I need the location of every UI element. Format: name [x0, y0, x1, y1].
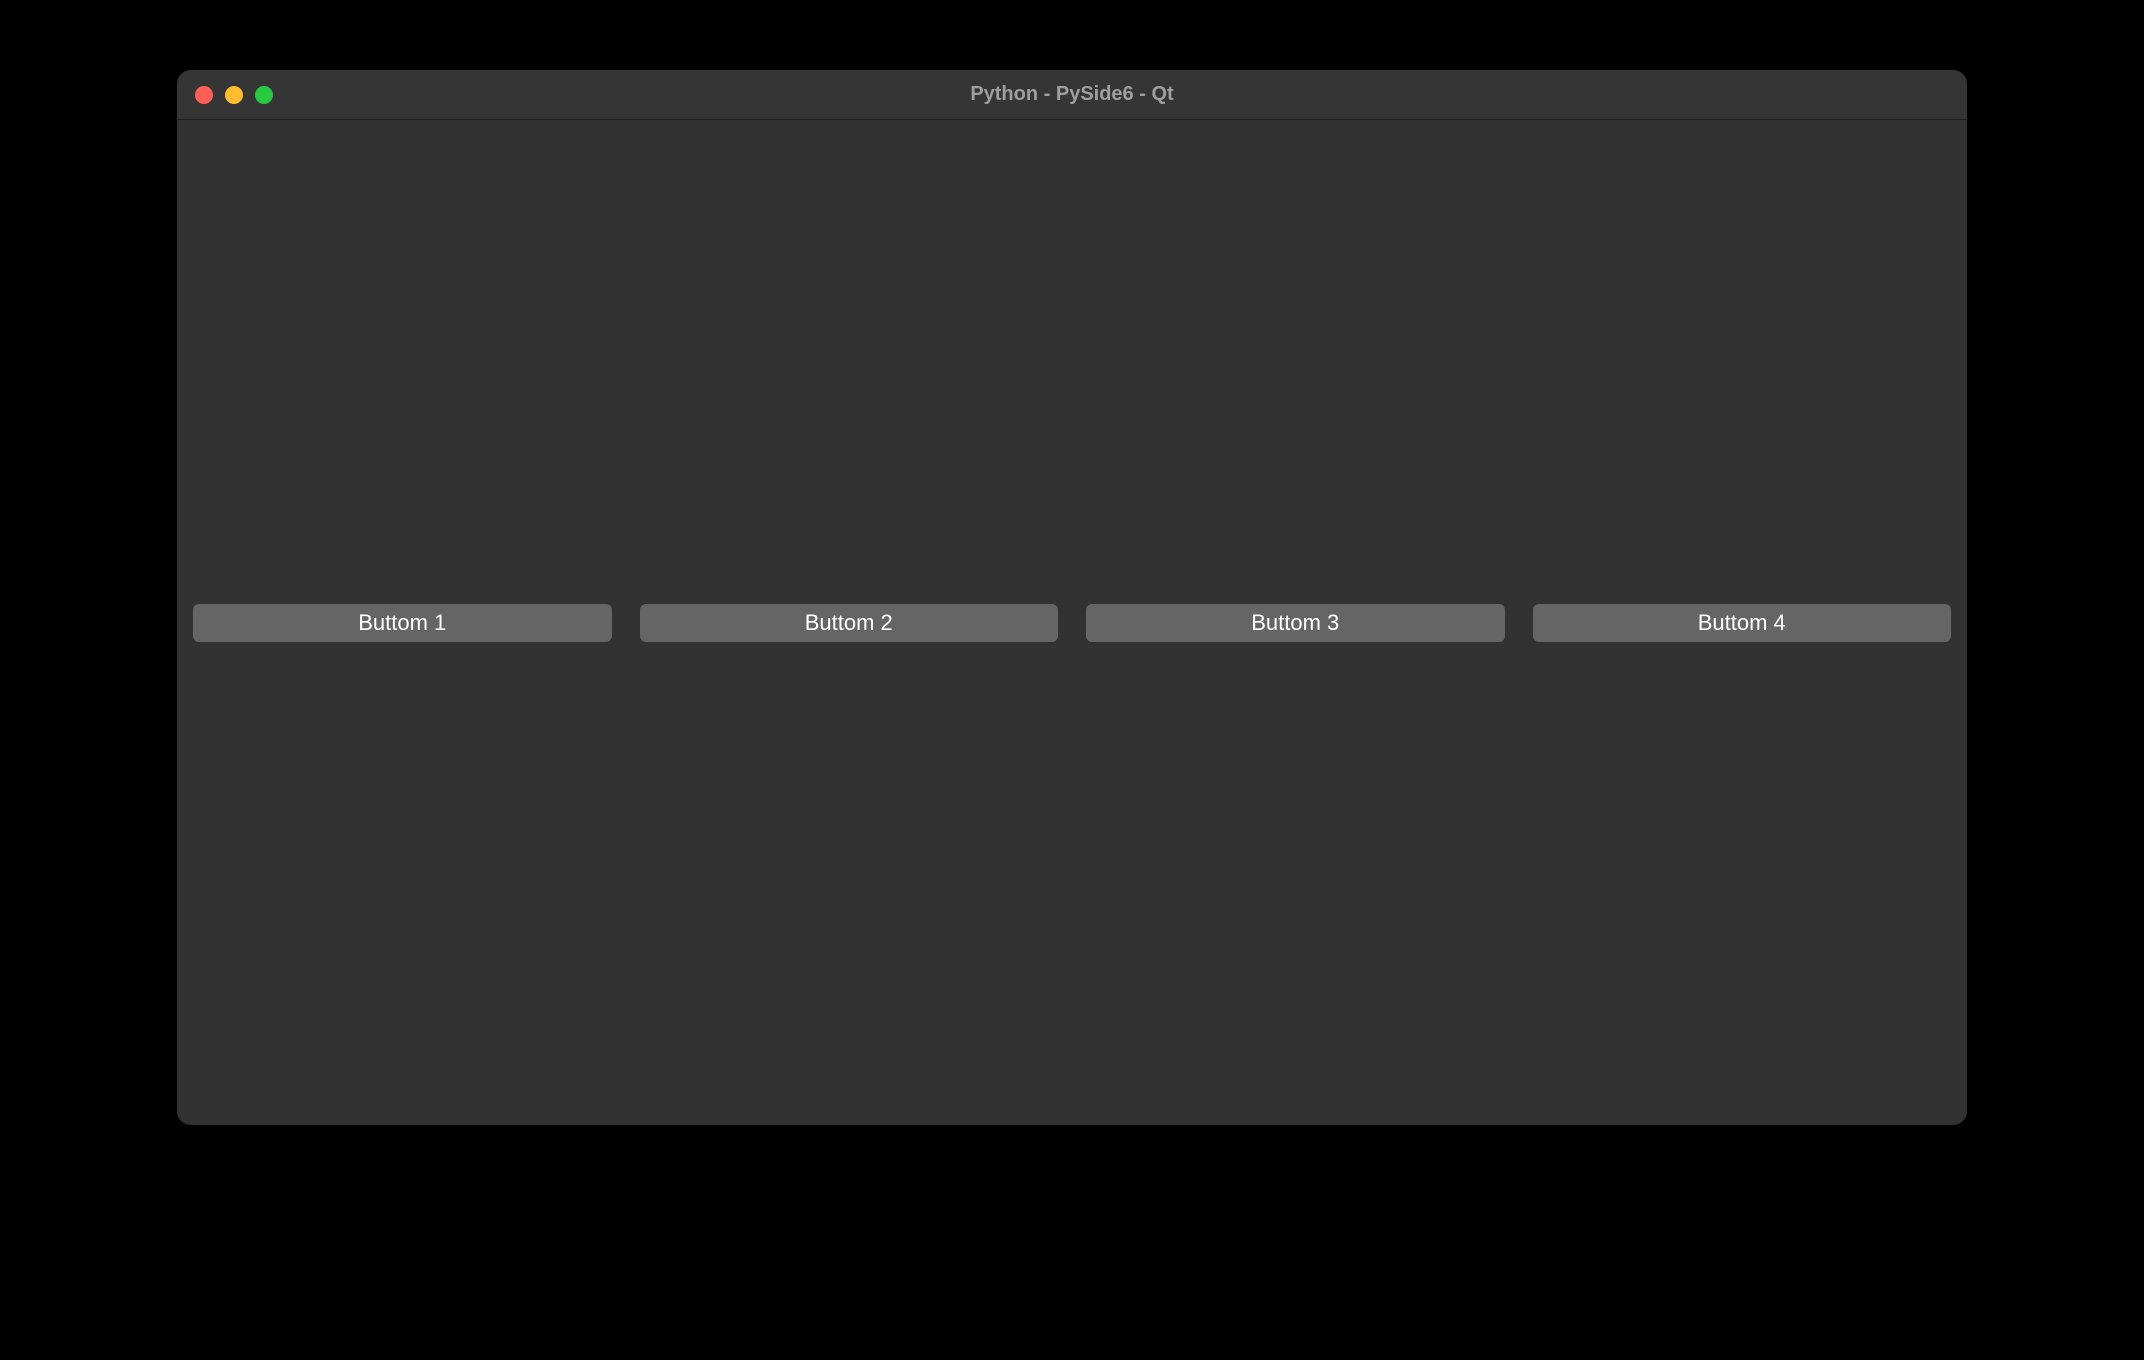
minimize-icon[interactable]: [225, 86, 243, 104]
traffic-lights: [177, 86, 273, 104]
button-3[interactable]: Buttom 3: [1086, 604, 1505, 642]
zoom-icon[interactable]: [255, 86, 273, 104]
window-title: Python - PySide6 - Qt: [177, 83, 1967, 106]
button-row: Buttom 1 Buttom 2 Buttom 3 Buttom 4: [193, 604, 1951, 642]
close-icon[interactable]: [195, 86, 213, 104]
window-content: Buttom 1 Buttom 2 Buttom 3 Buttom 4: [177, 120, 1967, 1125]
titlebar: Python - PySide6 - Qt: [177, 70, 1967, 120]
button-1[interactable]: Buttom 1: [193, 604, 612, 642]
app-window: Python - PySide6 - Qt Buttom 1 Buttom 2 …: [177, 70, 1967, 1125]
button-2[interactable]: Buttom 2: [640, 604, 1059, 642]
button-4[interactable]: Buttom 4: [1533, 604, 1952, 642]
